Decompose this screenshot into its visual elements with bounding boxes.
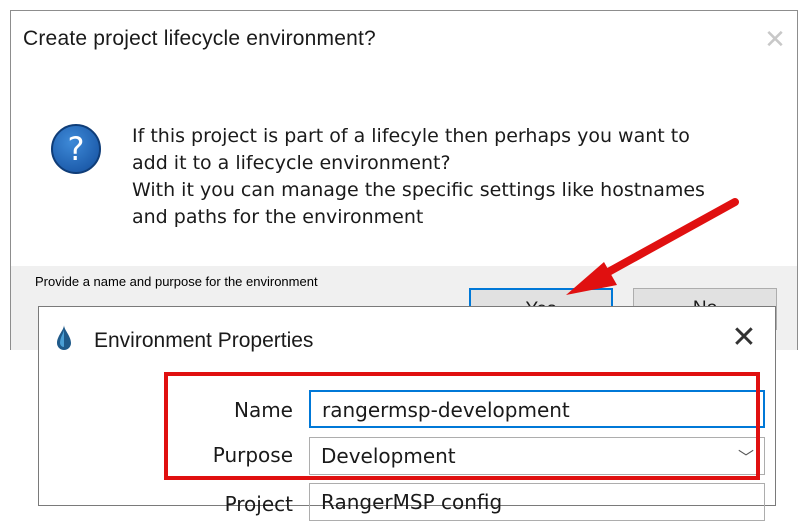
- app-drop-icon: [57, 325, 71, 350]
- message-line: If this project is part of a lifecyle th…: [132, 125, 690, 147]
- name-input[interactable]: rangermsp-development: [309, 390, 765, 428]
- environment-properties-dialog: Environment Properties ✕ Name rangermsp-…: [38, 306, 776, 521]
- close-icon[interactable]: ✕: [729, 323, 759, 353]
- project-label: Project: [224, 492, 293, 516]
- dialog-message: If this project is part of a lifecyle th…: [132, 123, 772, 231]
- confirm-dialog: Create project lifecycle environment? ✕ …: [10, 10, 798, 350]
- question-icon: ?: [51, 124, 101, 174]
- name-label: Name: [233, 398, 293, 422]
- footer-caption: Provide a name and purpose for the envir…: [35, 274, 318, 289]
- dialog-title: Environment Properties: [94, 329, 314, 352]
- chevron-down-icon[interactable]: ﹀: [738, 440, 754, 476]
- purpose-select[interactable]: Development ﹀: [309, 437, 765, 475]
- message-line: With it you can manage the specific sett…: [132, 179, 705, 201]
- message-line: and paths for the environment: [132, 206, 424, 228]
- project-select[interactable]: RangerMSP config: [309, 483, 765, 521]
- dialog-title: Create project lifecycle environment?: [23, 27, 376, 50]
- purpose-label: Purpose: [212, 443, 293, 467]
- message-line: add it to a lifecycle environment?: [132, 152, 451, 174]
- close-icon[interactable]: ✕: [761, 25, 789, 53]
- purpose-value: Development: [321, 444, 456, 468]
